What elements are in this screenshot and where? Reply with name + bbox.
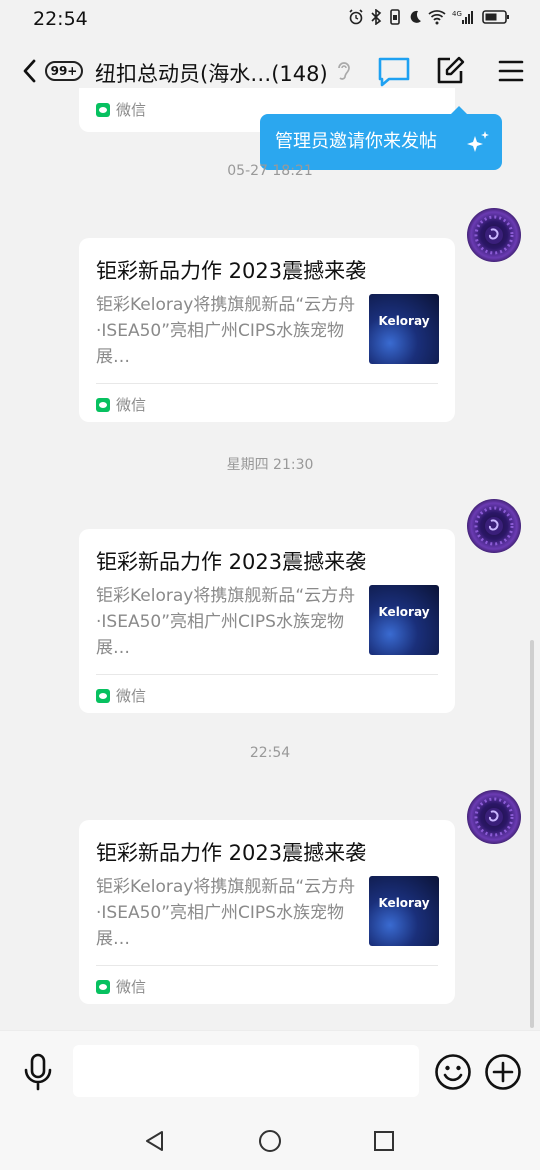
card-title: 钜彩新品力作 2023震撼来袭 [96, 550, 367, 574]
message-timestamp: 22:54 [249, 745, 291, 761]
alarm-icon [349, 9, 363, 25]
admin-invite-tooltip[interactable]: 管理员邀请你来发帖 [260, 106, 502, 170]
tooltip-text: 管理员邀请你来发帖 [275, 131, 437, 152]
add-icon[interactable] [484, 1053, 522, 1091]
card-source-label: 微信 [116, 687, 147, 705]
article-card[interactable]: 钜彩新品力作 2023震撼来袭 钜彩Keloray将携旗舰新品“云方舟·ISEA… [79, 529, 455, 713]
thumbnail-logo-text: Keloray [378, 314, 430, 328]
card-source-label: 微信 [116, 101, 147, 119]
avatar[interactable] [467, 208, 521, 262]
card-source: 微信 [96, 394, 146, 415]
svg-text:4G: 4G [452, 10, 462, 18]
menu-icon[interactable] [498, 59, 524, 83]
unread-badge[interactable]: 99+ [45, 61, 83, 81]
moon-icon [410, 10, 421, 23]
sparkle-icon [467, 131, 489, 152]
back-arrow-icon[interactable] [20, 57, 40, 85]
card-divider [96, 383, 438, 384]
nav-home-icon[interactable] [258, 1129, 282, 1153]
wechat-icon [96, 397, 110, 412]
message-input[interactable] [73, 1045, 419, 1097]
card-thumbnail: Keloray [369, 585, 439, 655]
message-timestamp: 星期四 21:30 [226, 457, 314, 473]
card-source-label: 微信 [116, 396, 147, 414]
battery-icon [482, 10, 509, 24]
system-nav-bar [0, 1112, 540, 1170]
card-source: 微信 [96, 976, 146, 997]
thumbnail-logo-text: Keloray [378, 896, 430, 910]
ear-icon[interactable] [336, 60, 352, 82]
thumbnail-logo-text: Keloray [378, 605, 430, 619]
wechat-icon [96, 102, 110, 117]
chat-title[interactable]: 纽扣总动员(海水…(148) [95, 58, 328, 88]
card-divider [96, 965, 438, 966]
avatar[interactable] [467, 499, 521, 553]
card-source: 微信 [96, 685, 146, 706]
status-icons: 4G [348, 9, 510, 25]
card-source-label: 微信 [116, 978, 147, 996]
card-description: 钜彩Keloray将携旗舰新品“云方舟·ISEA50”亮相广州CIPS水族宠物展… [96, 295, 356, 367]
wechat-icon [96, 688, 110, 703]
card-thumbnail: Keloray [369, 876, 439, 946]
article-card[interactable]: 钜彩新品力作 2023震撼来袭 钜彩Keloray将携旗舰新品“云方舟·ISEA… [79, 238, 455, 422]
signal-icon: 4G [452, 10, 473, 24]
wechat-icon [96, 979, 110, 994]
message-timestamp: 05-27 18:21 [227, 163, 313, 179]
avatar-image [474, 506, 514, 546]
status-bar: 22:54 4G [0, 0, 540, 40]
bluetooth-icon [371, 9, 382, 25]
card-description: 钜彩Keloray将携旗舰新品“云方舟·ISEA50”亮相广州CIPS水族宠物展… [96, 877, 356, 949]
vibrate-icon [390, 9, 400, 25]
card-description: 钜彩Keloray将携旗舰新品“云方舟·ISEA50”亮相广州CIPS水族宠物展… [96, 586, 356, 658]
card-source: 微信 [96, 99, 146, 120]
card-thumbnail: Keloray [369, 294, 439, 364]
emoji-icon[interactable] [434, 1053, 472, 1091]
avatar-image [474, 797, 514, 837]
article-card[interactable]: 钜彩新品力作 2023震撼来袭 钜彩Keloray将携旗舰新品“云方舟·ISEA… [79, 820, 455, 1004]
edit-post-icon[interactable] [435, 56, 465, 86]
nav-back-icon[interactable] [143, 1129, 167, 1153]
card-divider [96, 674, 438, 675]
status-time: 22:54 [33, 8, 88, 30]
input-bar [0, 1030, 540, 1113]
chat-bubble-icon [378, 57, 410, 87]
avatar-image [474, 215, 514, 255]
avatar[interactable] [467, 790, 521, 844]
card-title: 钜彩新品力作 2023震撼来袭 [96, 259, 367, 283]
microphone-icon[interactable] [22, 1053, 54, 1091]
scrollbar[interactable] [530, 640, 534, 1028]
wifi-icon [428, 10, 446, 25]
card-title: 钜彩新品力作 2023震撼来袭 [96, 841, 367, 865]
nav-recent-apps-icon[interactable] [373, 1130, 395, 1152]
